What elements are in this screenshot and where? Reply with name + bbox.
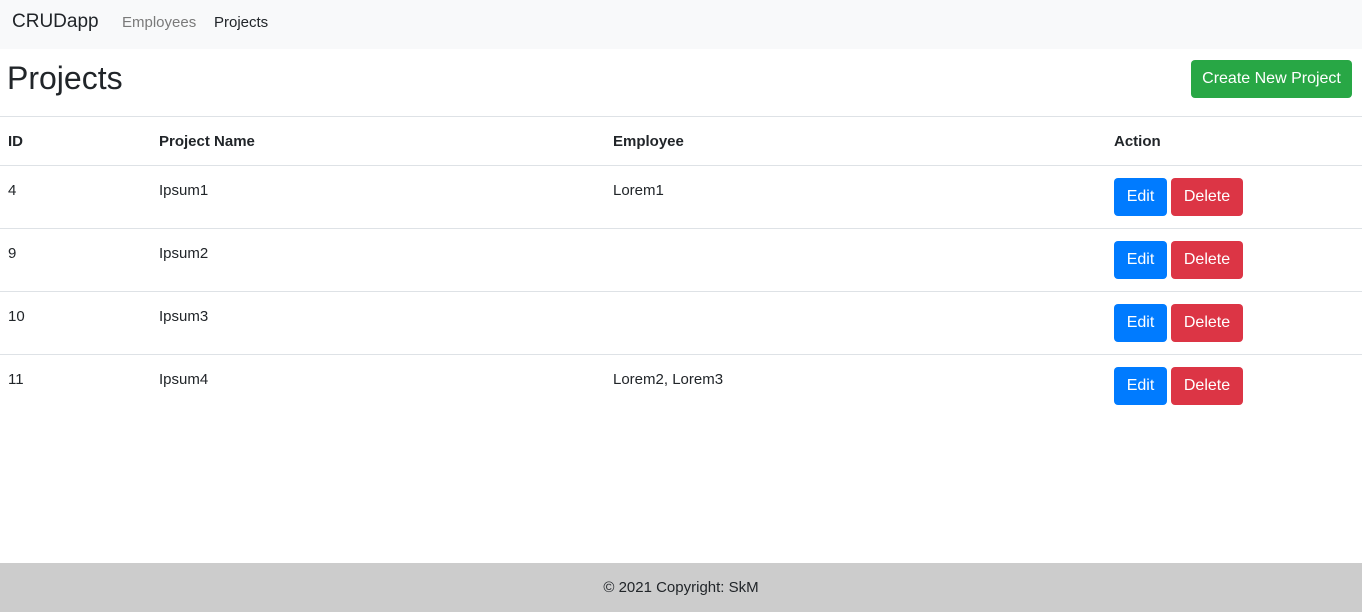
cell-project-name: Ipsum4: [159, 371, 209, 388]
brand-link[interactable]: CRUDapp: [12, 11, 99, 33]
create-project-button[interactable]: Create New Project: [1191, 60, 1352, 98]
delete-button[interactable]: Delete: [1171, 178, 1243, 216]
cell-project-name: Ipsum3: [159, 308, 209, 325]
nav-link-projects[interactable]: Projects: [214, 14, 268, 31]
delete-button[interactable]: Delete: [1171, 241, 1243, 279]
nav-link-employees[interactable]: Employees: [122, 14, 196, 31]
edit-button[interactable]: Edit: [1114, 367, 1167, 405]
cell-id: 4: [8, 182, 17, 199]
header-employee: Employee: [613, 133, 684, 150]
footer-copyright: © 2021 Copyright: SkM: [603, 579, 759, 596]
cell-employee: Lorem1: [613, 182, 664, 199]
table-row: 10 Ipsum3 Edit Delete: [0, 292, 1362, 355]
table-header: ID Project Name Employee Action: [0, 117, 1362, 166]
delete-button[interactable]: Delete: [1171, 367, 1243, 405]
delete-button[interactable]: Delete: [1171, 304, 1243, 342]
table-row: 4 Ipsum1 Lorem1 Edit Delete: [0, 166, 1362, 229]
navbar: CRUDapp Employees Projects: [0, 0, 1362, 49]
cell-id: 11: [8, 371, 24, 388]
header-action: Action: [1114, 133, 1161, 150]
footer: © 2021 Copyright: SkM: [0, 563, 1362, 612]
header-project-name: Project Name: [159, 133, 255, 150]
projects-table: ID Project Name Employee Action 4 Ipsum1…: [0, 116, 1362, 418]
page-title: Projects: [7, 60, 123, 96]
table-row: 9 Ipsum2 Edit Delete: [0, 229, 1362, 292]
edit-button[interactable]: Edit: [1114, 178, 1167, 216]
cell-id: 10: [8, 308, 25, 325]
edit-button[interactable]: Edit: [1114, 304, 1167, 342]
cell-project-name: Ipsum2: [159, 245, 209, 262]
cell-id: 9: [8, 245, 17, 262]
header-id: ID: [8, 133, 23, 150]
cell-employee: Lorem2, Lorem3: [613, 371, 724, 388]
cell-project-name: Ipsum1: [159, 182, 209, 199]
edit-button[interactable]: Edit: [1114, 241, 1167, 279]
table-row: 11 Ipsum4 Lorem2, Lorem3 Edit Delete: [0, 355, 1362, 418]
